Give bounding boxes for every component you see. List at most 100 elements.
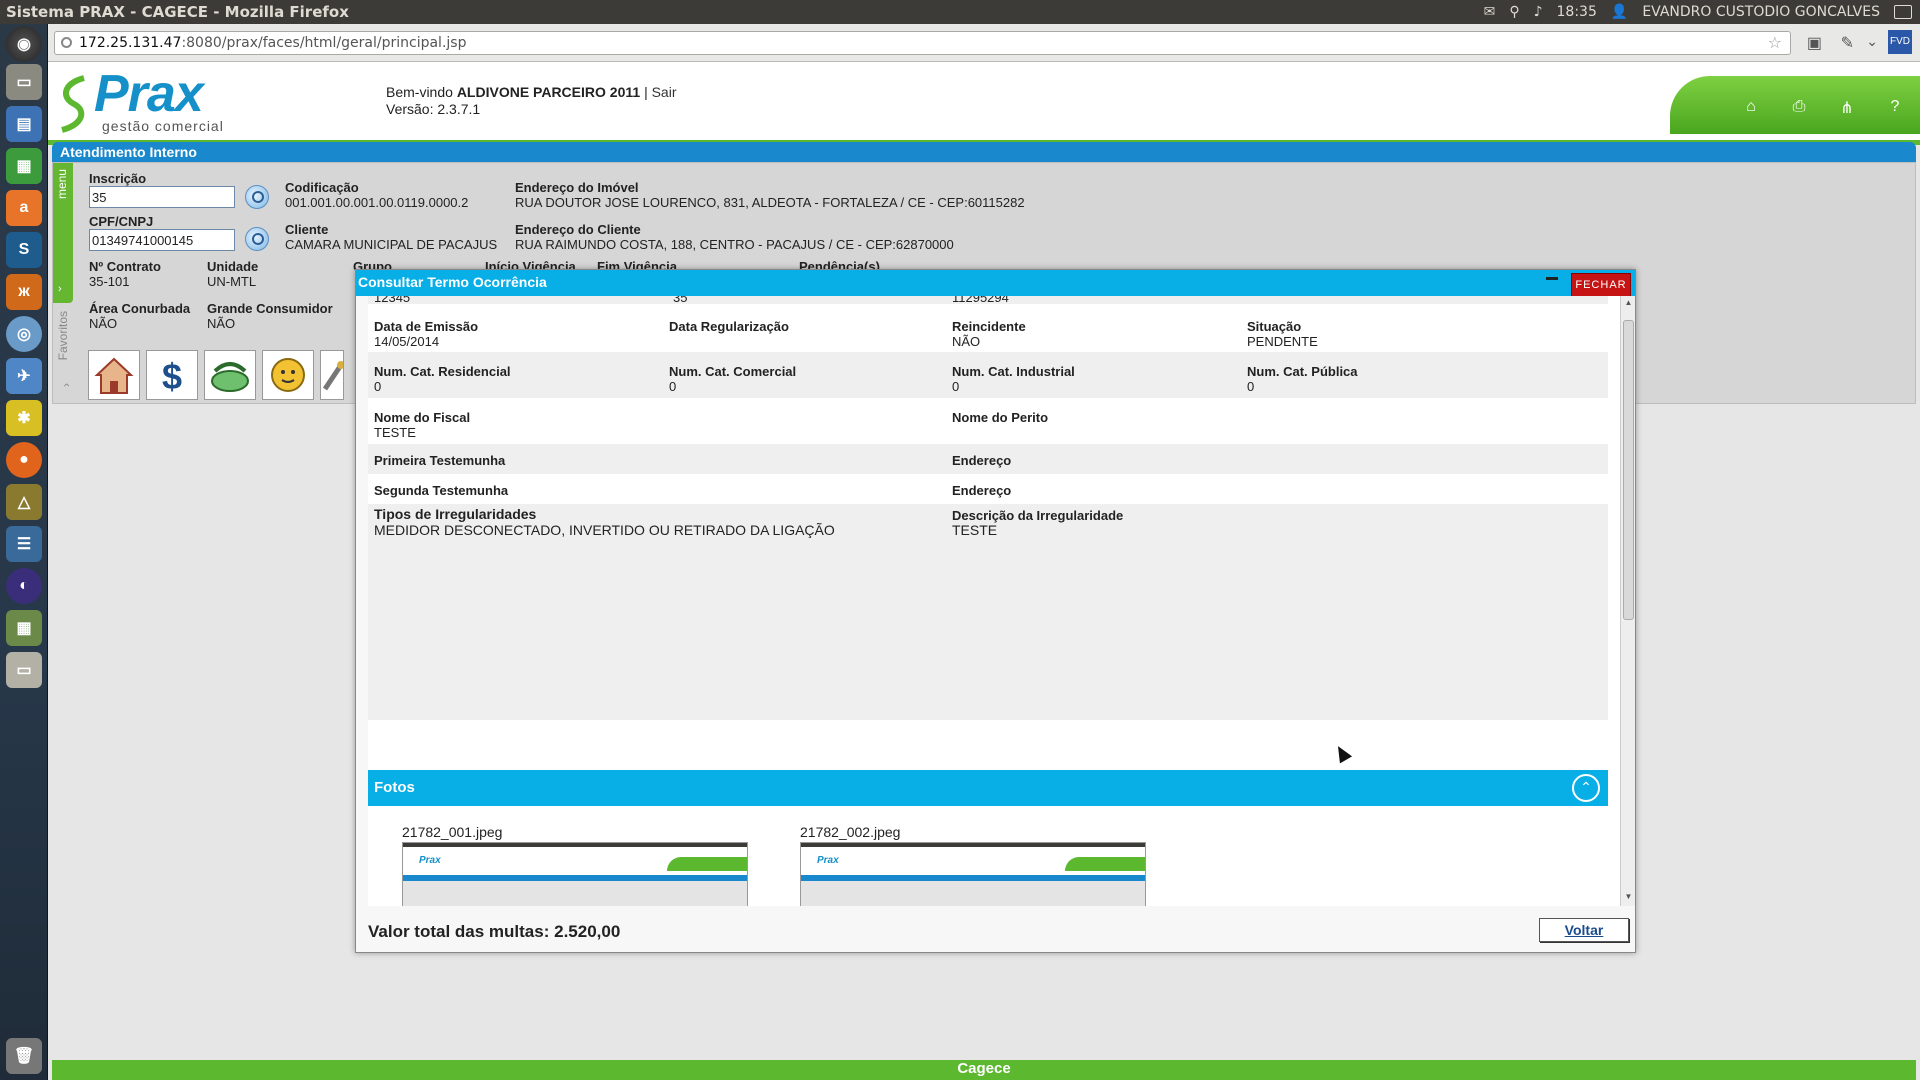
scroll-up-icon[interactable]: ▲ [1623, 298, 1634, 310]
launcher-sidebar: ◉ ▭ ▤ ▦ a S ж ◎ ✈ ✱ ● △ ☰ ◐ ▦ ▭ 🗑 [0, 24, 48, 1080]
browser-toolbar: 172.25.131.47:8080/prax/faces/html/geral… [48, 24, 1920, 62]
scroll-down-icon[interactable]: ▼ [1623, 892, 1634, 904]
contact-button[interactable] [204, 350, 256, 400]
search-icon[interactable]: ⚲ [1509, 4, 1519, 20]
site-identity-icon[interactable] [61, 37, 72, 48]
termo-ocorrencia-dialog: Consultar Termo Ocorrência FECHAR 12345 … [355, 269, 1636, 953]
draw-icon[interactable]: △ [6, 484, 42, 520]
dialog-footer: Valor total das multas: 2.520,00 Voltar [356, 910, 1635, 952]
scrollbar-thumb[interactable] [1623, 320, 1634, 620]
url-bar[interactable]: 172.25.131.47:8080/prax/faces/html/geral… [54, 31, 1791, 55]
brand-subtitle: gestão comercial [102, 118, 224, 134]
calc-icon[interactable]: ▦ [6, 148, 42, 184]
unidade-label: Unidade [207, 259, 259, 274]
collapse-up-icon[interactable]: ⌃ [1572, 774, 1600, 802]
welcome-separator: | [644, 84, 648, 100]
cpf-input[interactable] [89, 229, 235, 251]
menu-tab[interactable]: menu › [53, 163, 73, 303]
cat-residencial-label: Num. Cat. Residencial [374, 364, 511, 379]
billing-button[interactable]: $ [146, 350, 198, 400]
cpf-label: CPF/CNPJ [89, 214, 154, 229]
sitemap-icon[interactable]: ⋔ [1836, 98, 1858, 117]
total-multas-value: 2.520,00 [554, 922, 621, 941]
thunderbird-icon[interactable]: ✈ [6, 358, 42, 394]
display-icon[interactable] [1894, 5, 1912, 19]
dialog-scrollbar[interactable]: ▲ ▼ [1620, 296, 1635, 906]
trash-icon[interactable]: 🗑 [6, 1038, 42, 1074]
voltar-button[interactable]: Voltar [1539, 918, 1629, 942]
service-button[interactable] [320, 350, 344, 400]
inscricao-input[interactable] [89, 186, 235, 208]
section-title: Atendimento Interno [60, 144, 197, 160]
folder-icon[interactable]: ▭ [6, 652, 42, 688]
fotos-section-header[interactable]: Fotos ⌃ [368, 770, 1608, 806]
tree-icon[interactable]: ☰ [6, 526, 42, 562]
cat-comercial-label: Num. Cat. Comercial [669, 364, 797, 379]
session-user[interactable]: EVANDRO CUSTODIO GONCALVES [1642, 4, 1880, 20]
close-button[interactable]: FECHAR [1571, 273, 1631, 297]
prax-logo[interactable]: Prax gestão comercial [56, 65, 236, 136]
descricao-irregularidade-label: Descrição da Irregularidade [952, 508, 1124, 523]
store-icon[interactable]: a [6, 190, 42, 226]
property-button[interactable] [88, 350, 140, 400]
irregularidades-row: Tipos de Irregularidades MEDIDOR DESCONE… [368, 504, 1608, 720]
home-icon[interactable]: ⌂ [1740, 98, 1762, 116]
cat-publica-label: Num. Cat. Pública [1247, 364, 1358, 379]
printer-icon[interactable]: ⎙ [1788, 98, 1810, 116]
photo-thumbnail[interactable]: Prax [800, 842, 1146, 906]
categorias-row: Num. Cat. Residencial 0 Num. Cat. Comerc… [368, 352, 1608, 398]
descricao-irregularidade-value: TESTE [952, 522, 998, 538]
endereco2-label: Endereço [952, 483, 1012, 498]
firefox-icon[interactable]: ● [6, 442, 42, 478]
photo-item[interactable]: 21782_001.jpeg Prax [402, 824, 748, 906]
cat-publica-value: 0 [1247, 379, 1255, 394]
app-s-icon[interactable]: S [6, 232, 42, 268]
fvd-icon[interactable]: FVD [1888, 30, 1912, 54]
menu-chevron-icon[interactable]: ⌄ [1866, 33, 1878, 50]
photo-thumbnail[interactable]: Prax [402, 842, 748, 906]
attendant-icon [271, 358, 305, 392]
welcome-prefix: Bem-vindo [386, 84, 453, 100]
phone-icon [211, 362, 249, 392]
calculator-icon[interactable]: ▦ [6, 610, 42, 646]
extension-icon[interactable]: ✎ [1841, 33, 1854, 53]
eclipse-icon[interactable]: ◐ [6, 568, 42, 604]
contrato-value: 35-101 [89, 274, 130, 289]
search-cpf-button[interactable] [245, 227, 269, 251]
photo-item[interactable]: 21782_002.jpeg Prax [800, 824, 1146, 906]
dialog-title-bar[interactable]: Consultar Termo Ocorrência [356, 270, 1635, 296]
tipos-irregularidades-label: Tipos de Irregularidades [374, 506, 537, 522]
fotos-title: Fotos [374, 779, 415, 796]
butterfly-icon[interactable]: ж [6, 274, 42, 310]
attendance-button[interactable] [262, 350, 314, 400]
puzzle-icon[interactable]: ✱ [6, 400, 42, 436]
system-tray: ✉ ⚲ ♪ 18:35 👤 EVANDRO CUSTODIO GONCALVES [1484, 0, 1920, 24]
logout-link[interactable]: Sair [652, 84, 677, 100]
perito-label: Nome do Perito [952, 410, 1049, 425]
os-top-bar: Sistema PRAX - CAGECE - Mozilla Firefox … [0, 0, 1920, 24]
dialog-scroll-area[interactable]: 12345 35 11295294 Data de Emissão 14/05/… [368, 296, 1624, 906]
minimize-button[interactable] [1546, 277, 1558, 280]
clock[interactable]: 18:35 [1557, 4, 1597, 20]
house-icon [94, 357, 134, 394]
area-conurbada-value: NÃO [89, 316, 118, 331]
fiscal-row: Nome do Fiscal TESTE Nome do Perito [368, 398, 1608, 444]
screenshot-icon[interactable]: ▣ [1807, 33, 1822, 53]
search-inscricao-button[interactable] [245, 185, 269, 209]
endereco-cliente-label: Endereço do Cliente [515, 222, 641, 237]
favorites-tab[interactable]: Favoritos › [53, 311, 73, 403]
tools-icon [322, 361, 343, 391]
help-icon[interactable]: ? [1884, 98, 1906, 116]
welcome-block: Bem-vindo ALDIVONE PARCEIRO 2011 | Sair … [386, 84, 677, 118]
reincidente-label: Reincidente [952, 319, 1026, 334]
mail-icon[interactable]: ✉ [1484, 4, 1496, 20]
dash-icon[interactable]: ◉ [6, 26, 42, 62]
volume-icon[interactable]: ♪ [1534, 4, 1543, 20]
writer-icon[interactable]: ▤ [6, 106, 42, 142]
bookmark-star-icon[interactable]: ☆ [1768, 33, 1782, 52]
inscricao-label: Inscrição [89, 171, 147, 186]
files-icon[interactable]: ▭ [6, 64, 42, 100]
top-value-1: 12345 [374, 296, 411, 305]
total-multas-label: Valor total das multas: [368, 922, 550, 941]
chrome-icon[interactable]: ◎ [6, 316, 42, 352]
